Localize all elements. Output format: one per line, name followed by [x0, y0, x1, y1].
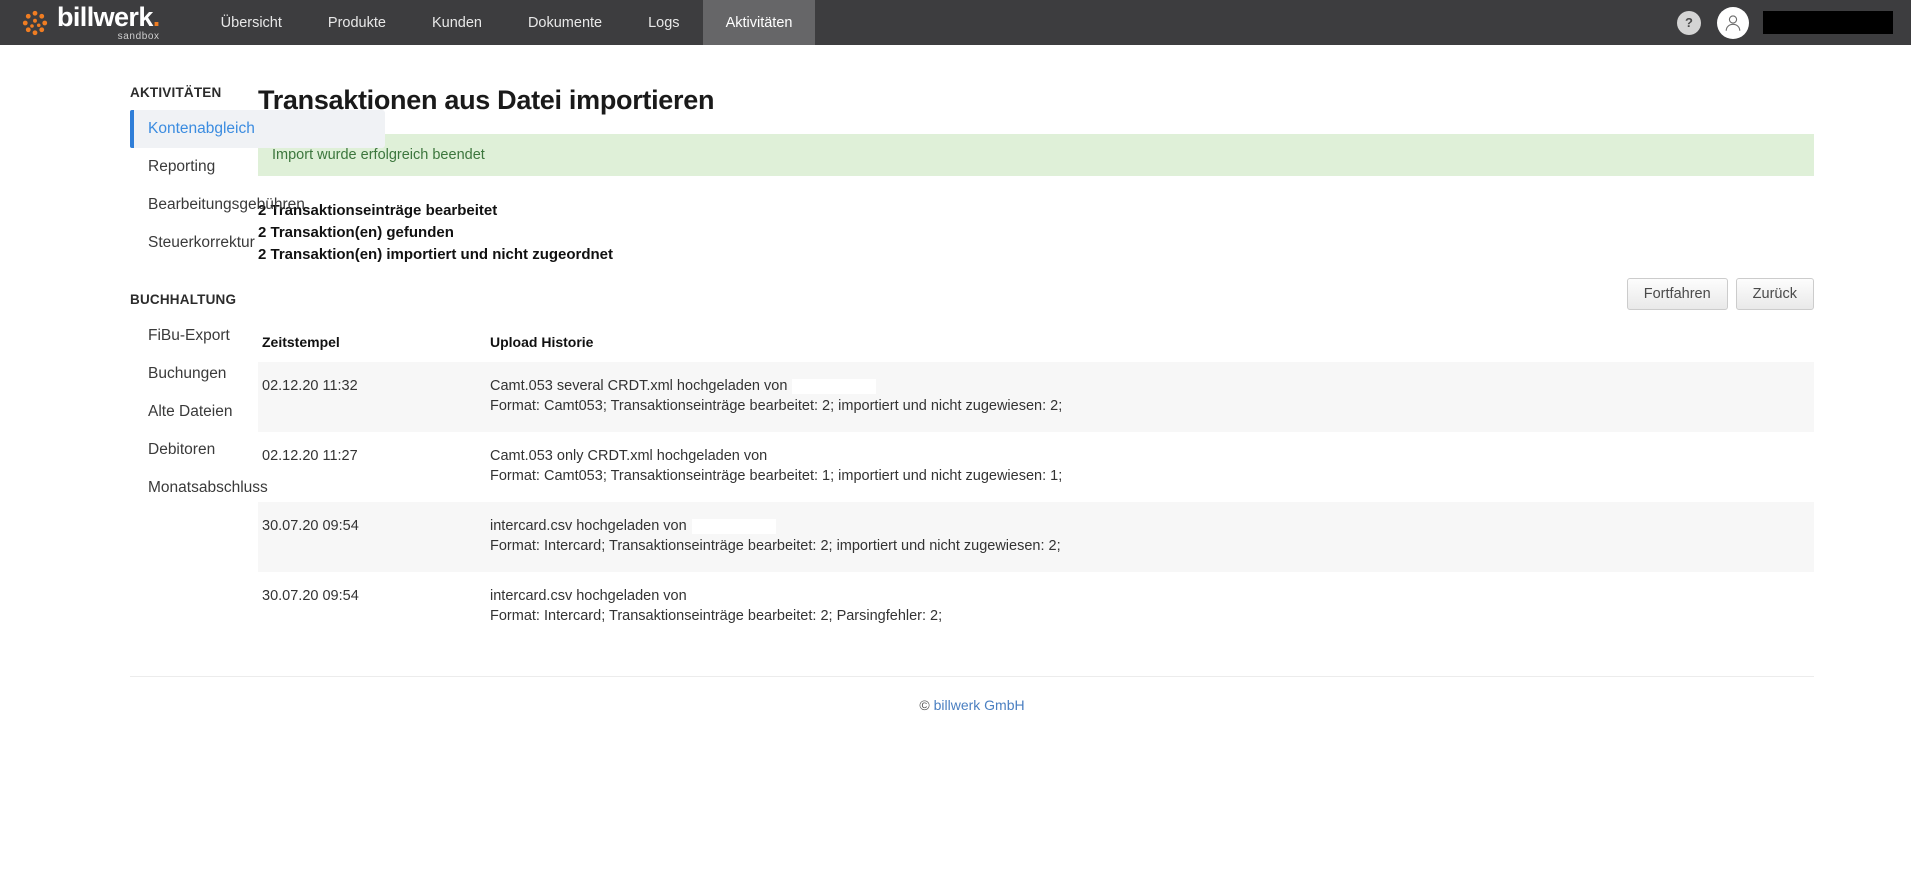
help-icon[interactable]: ? [1677, 11, 1701, 35]
redacted-uploader-name [692, 519, 776, 534]
table-body: 02.12.20 11:32 Camt.053 several CRDT.xml… [258, 362, 1814, 642]
main-content: Transaktionen aus Datei importieren Impo… [258, 85, 1911, 642]
sidebar-item-fibu-export[interactable]: FiBu-Export [130, 317, 385, 355]
success-alert: Import wurde erfolgreich beendet [258, 134, 1814, 176]
brand-text: billwerk. sandbox [57, 4, 160, 42]
back-button[interactable]: Zurück [1736, 278, 1814, 310]
redacted-account-name [1763, 11, 1893, 34]
sidebar-item-buchungen[interactable]: Buchungen [130, 355, 385, 393]
table-row[interactable]: 30.07.20 09:54 intercard.csv hochgeladen… [258, 502, 1814, 572]
upload-summary-line: Camt.053 only CRDT.xml hochgeladen von [490, 446, 1814, 466]
sidebar: AKTIVITÄTEN Kontenabgleich Reporting Bea… [0, 85, 258, 642]
brand-dot: . [153, 2, 160, 32]
sidebar-group-title-aktivitaeten: AKTIVITÄTEN [130, 85, 258, 110]
nav-item-produkte[interactable]: Produkte [305, 0, 409, 45]
sidebar-item-reporting[interactable]: Reporting [130, 148, 385, 186]
table-head: Zeitstempel Upload Historie [258, 328, 1814, 362]
nav-item-uebersicht[interactable]: Übersicht [198, 0, 305, 45]
upload-history-table: Zeitstempel Upload Historie 02.12.20 11:… [258, 328, 1814, 642]
footer-company-link[interactable]: billwerk GmbH [934, 697, 1025, 713]
upload-summary-line: intercard.csv hochgeladen von [490, 516, 1814, 536]
upload-detail-line: Format: Intercard; Transaktionseinträge … [490, 606, 1814, 626]
nav-item-kunden[interactable]: Kunden [409, 0, 505, 45]
footer-copyright: © billwerk GmbH [130, 677, 1814, 713]
avatar[interactable] [1717, 7, 1749, 39]
upload-file-text: intercard.csv hochgeladen von [490, 586, 687, 606]
primary-nav: Übersicht Produkte Kunden Dokumente Logs… [198, 0, 816, 45]
upload-file-text: intercard.csv hochgeladen von [490, 516, 687, 536]
brand-name: billwerk. [57, 4, 160, 31]
column-header-upload-historie: Upload Historie [490, 328, 1814, 362]
nav-item-aktivitaeten[interactable]: Aktivitäten [703, 0, 816, 45]
nav-item-dokumente[interactable]: Dokumente [505, 0, 625, 45]
upload-detail-line: Format: Camt053; Transaktionseinträge be… [490, 466, 1814, 486]
page-body: AKTIVITÄTEN Kontenabgleich Reporting Bea… [0, 45, 1911, 642]
brand-logo[interactable]: billwerk. sandbox [0, 0, 174, 45]
upload-file-text: Camt.053 several CRDT.xml hochgeladen vo… [490, 376, 787, 396]
redacted-uploader-name [792, 379, 876, 394]
sidebar-item-alte-dateien[interactable]: Alte Dateien [130, 393, 385, 431]
upload-detail-line: Format: Intercard; Transaktionseinträge … [490, 536, 1814, 556]
copyright-symbol: © [919, 697, 929, 713]
billwerk-dots-logo-icon [20, 8, 50, 38]
sidebar-group-title-buchhaltung: BUCHHALTUNG [130, 262, 258, 317]
footer: © billwerk GmbH [0, 676, 1911, 713]
table-row[interactable]: 02.12.20 11:27 Camt.053 only CRDT.xml ho… [258, 432, 1814, 502]
top-navigation-bar: billwerk. sandbox Übersicht Produkte Kun… [0, 0, 1911, 45]
nav-right-cluster: ? [1677, 0, 1911, 45]
upload-summary-line: Camt.053 several CRDT.xml hochgeladen vo… [490, 376, 1814, 396]
cell-upload-history: intercard.csv hochgeladen von Format: In… [490, 502, 1814, 572]
cell-timestamp: 30.07.20 09:54 [258, 572, 490, 642]
upload-file-text: Camt.053 only CRDT.xml hochgeladen von [490, 446, 767, 466]
summary-line-processed: 2 Transaktionseinträge bearbeitet [258, 200, 1814, 222]
upload-detail-line: Format: Camt053; Transaktionseinträge be… [490, 396, 1814, 416]
sidebar-item-steuerkorrektur[interactable]: Steuerkorrektur [130, 224, 385, 262]
sidebar-item-monatsabschluss[interactable]: Monatsabschluss [130, 469, 385, 507]
cell-timestamp: 30.07.20 09:54 [258, 502, 490, 572]
cell-upload-history: Camt.053 several CRDT.xml hochgeladen vo… [490, 362, 1814, 432]
nav-item-logs[interactable]: Logs [625, 0, 702, 45]
table-header-row: Zeitstempel Upload Historie [258, 328, 1814, 362]
cell-upload-history: Camt.053 only CRDT.xml hochgeladen von F… [490, 432, 1814, 502]
summary-line-imported: 2 Transaktion(en) importiert und nicht z… [258, 244, 1814, 266]
action-button-row: Fortfahren Zurück [258, 278, 1814, 310]
table-row[interactable]: 02.12.20 11:32 Camt.053 several CRDT.xml… [258, 362, 1814, 432]
sidebar-item-debitoren[interactable]: Debitoren [130, 431, 385, 469]
sidebar-item-kontenabgleich[interactable]: Kontenabgleich [130, 110, 385, 148]
brand-environment-label: sandbox [57, 32, 160, 42]
page-title: Transaktionen aus Datei importieren [258, 85, 1814, 116]
cell-upload-history: intercard.csv hochgeladen von Format: In… [490, 572, 1814, 642]
sidebar-item-bearbeitungsgebuehren[interactable]: Bearbeitungsgebühren [130, 186, 385, 224]
continue-button[interactable]: Fortfahren [1627, 278, 1728, 310]
import-summary: 2 Transaktionseinträge bearbeitet 2 Tran… [258, 200, 1814, 266]
summary-line-found: 2 Transaktion(en) gefunden [258, 222, 1814, 244]
upload-summary-line: intercard.csv hochgeladen von [490, 586, 1814, 606]
table-row[interactable]: 30.07.20 09:54 intercard.csv hochgeladen… [258, 572, 1814, 642]
user-icon [1722, 12, 1744, 34]
